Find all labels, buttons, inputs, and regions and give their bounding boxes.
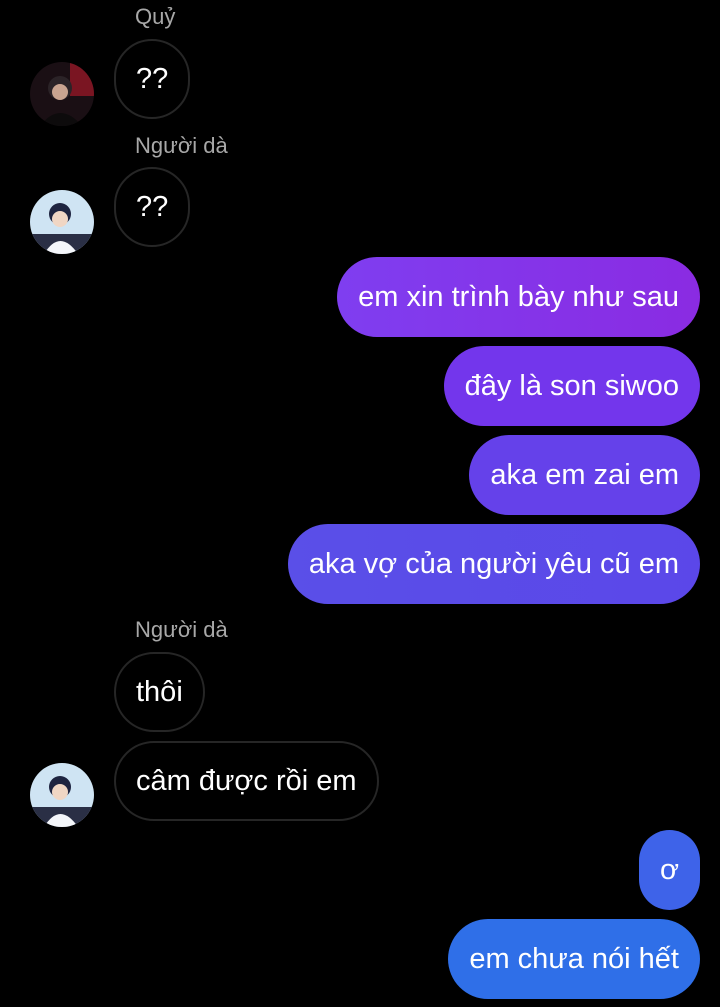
incoming-message[interactable]: ?? bbox=[114, 167, 191, 247]
message-text: đây là son siwoo bbox=[464, 369, 679, 402]
avatar-icon[interactable] bbox=[30, 62, 94, 126]
sender-name: Người dà bbox=[135, 133, 228, 158]
message-text: aka vợ của người yêu cũ em bbox=[308, 547, 679, 580]
message-text: ?? bbox=[136, 190, 169, 223]
outgoing-message[interactable]: ơ bbox=[638, 830, 700, 910]
incoming-message[interactable]: ?? bbox=[114, 39, 191, 119]
outgoing-message[interactable]: em xin trình bày như sau bbox=[337, 257, 700, 337]
message-text: ?? bbox=[136, 62, 169, 95]
incoming-message[interactable]: câm được rồi em bbox=[114, 741, 379, 821]
message-text: câm được rồi em bbox=[136, 764, 357, 797]
message-text: em xin trình bày như sau bbox=[358, 280, 679, 313]
sender-name: Quỷ bbox=[135, 4, 176, 29]
avatar-icon[interactable] bbox=[30, 763, 94, 827]
outgoing-message[interactable]: aka vợ của người yêu cũ em bbox=[287, 524, 700, 604]
avatar-icon[interactable] bbox=[30, 190, 94, 254]
message-text: em chưa nói hết bbox=[469, 942, 679, 975]
message-text: aka em zai em bbox=[490, 458, 679, 491]
message-text: ơ bbox=[659, 853, 679, 886]
outgoing-message[interactable]: đây là son siwoo bbox=[443, 346, 700, 426]
outgoing-message[interactable]: em chưa nói hết bbox=[448, 919, 700, 999]
sender-name: Người dà bbox=[135, 617, 228, 642]
incoming-message[interactable]: thôi bbox=[114, 652, 205, 732]
outgoing-message[interactable]: aka em zai em bbox=[469, 435, 700, 515]
message-text: thôi bbox=[136, 675, 183, 708]
